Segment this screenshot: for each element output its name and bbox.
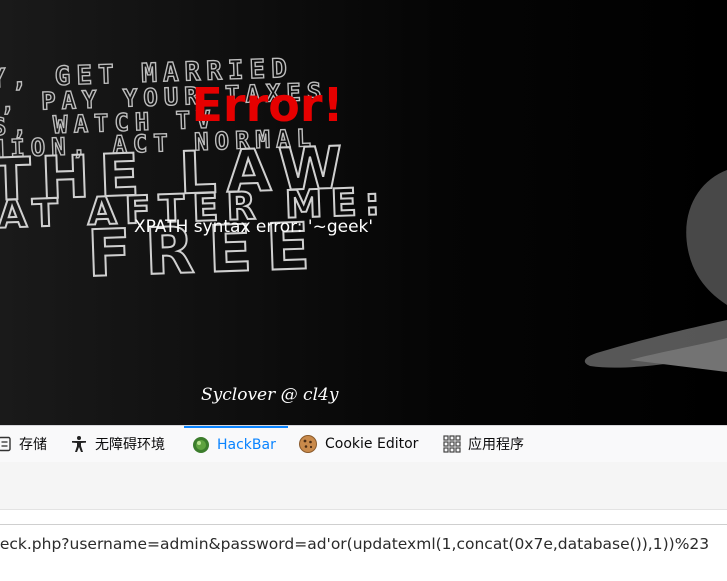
tab-cookie-editor-label: Cookie Editor [325, 436, 419, 452]
tab-applications-label: 应用程序 [468, 437, 524, 453]
hackbar-toolbar [0, 462, 727, 510]
accessibility-icon [70, 435, 88, 453]
tab-hackbar[interactable]: HackBar [184, 426, 288, 462]
url-input[interactable] [0, 524, 727, 554]
tab-cookie-editor[interactable]: Cookie Editor [298, 426, 418, 462]
hackbar-url-area [0, 510, 727, 581]
hackbar-icon [192, 436, 210, 454]
footer-credit: Syclover @ cl4y [201, 385, 339, 405]
error-heading: Error! [191, 78, 344, 132]
cookie-icon [298, 434, 318, 454]
storage-icon [0, 436, 12, 452]
tab-accessibility-label: 无障碍环境 [95, 437, 165, 453]
tab-storage[interactable]: 存储 [0, 426, 47, 462]
tab-hackbar-label: HackBar [217, 437, 276, 453]
background-poster-image: Y, GET MARRIED S, PAY YOUR TAXES S, WATC… [0, 0, 727, 425]
devtools-tab-bar: 存储 无障碍环境 HackBar Cookie Editor 应用程序 [0, 425, 727, 462]
tab-storage-label: 存储 [19, 437, 47, 453]
tab-accessibility[interactable]: 无障碍环境 [70, 426, 165, 462]
error-message: XPATH syntax error: '~geek' [134, 217, 374, 237]
tab-applications[interactable]: 应用程序 [443, 426, 524, 462]
apps-grid-icon [443, 435, 461, 453]
page-viewport: Y, GET MARRIED S, PAY YOUR TAXES S, WATC… [0, 0, 727, 425]
